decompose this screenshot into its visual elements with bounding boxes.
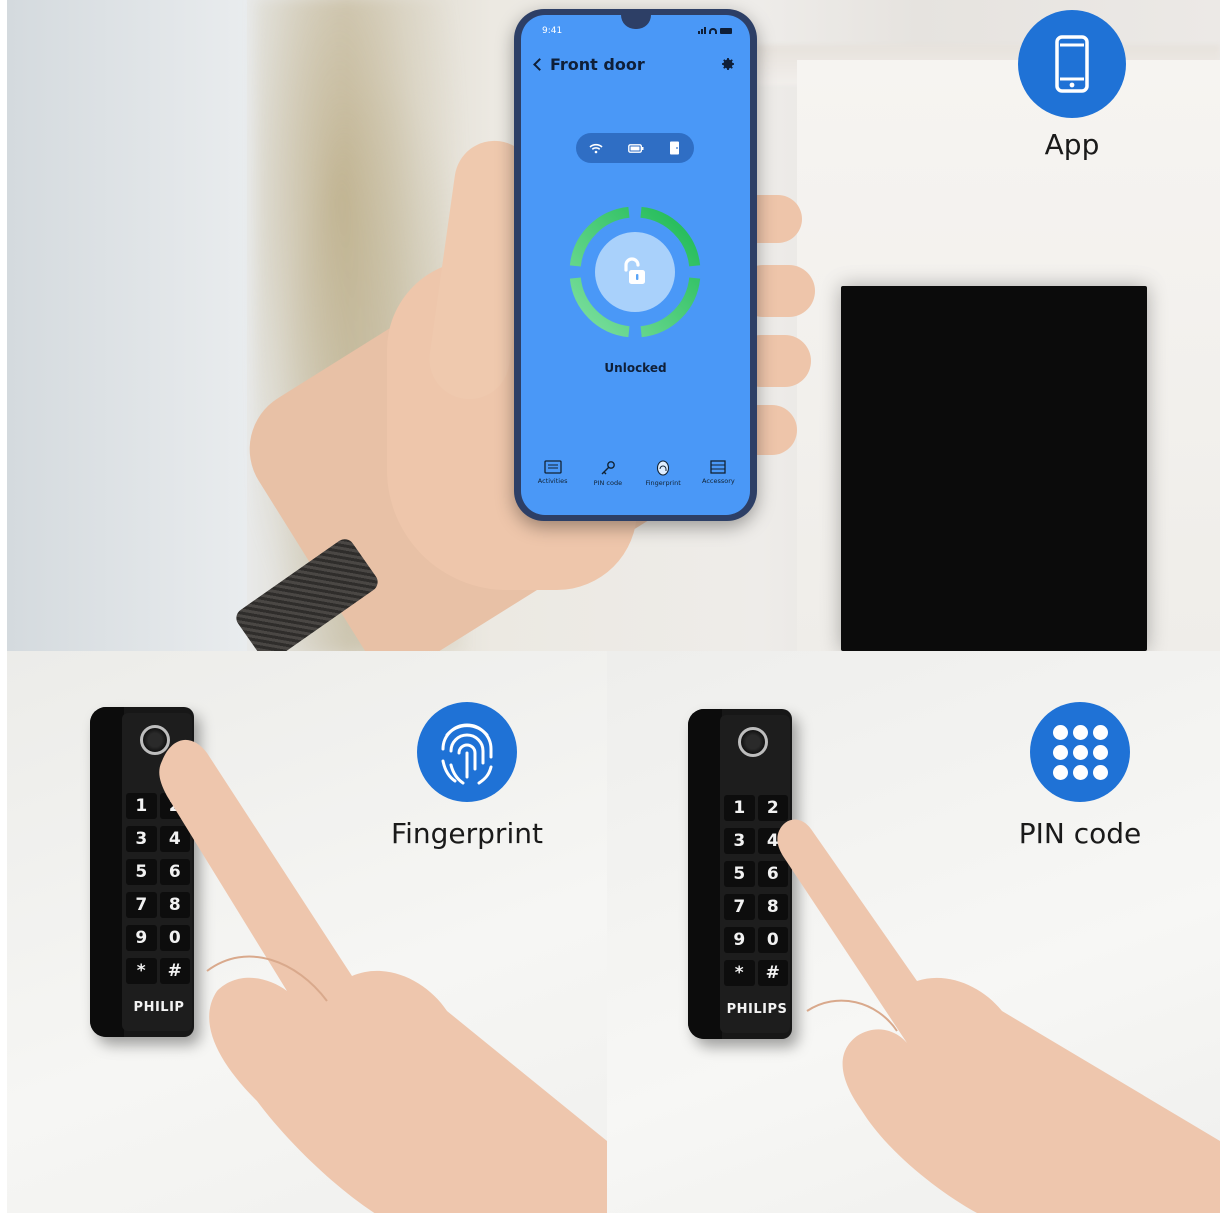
gear-icon[interactable] [720,56,736,72]
wifi-icon [589,143,603,153]
fingerprint-icon [441,723,493,785]
keypad-key[interactable]: * [724,960,755,986]
pin-code-caption: PIN code [1018,817,1142,850]
phone-screen: 9:41 Front door Unlocked Activities PIN … [521,15,750,515]
pin-code-photo-panel: 1 2 3 4 5 6 7 8 9 0 * # PHILIPS PIN code [607,651,1220,1213]
device-status-pill [576,133,694,163]
tab-label: Accessory [702,477,735,485]
tab-label: Activities [537,477,568,485]
keypad-key[interactable]: 1 [724,795,755,821]
list-icon [710,460,727,474]
wifi-icon [709,27,717,34]
status-icons [698,27,732,34]
back-button[interactable]: Front door [531,55,645,74]
fingerprint-caption: Fingerprint [391,817,543,850]
tab-label: Fingerprint [645,479,681,487]
fingerprint-sensor[interactable] [738,727,768,757]
camera-notch [621,15,651,29]
keypad-dots-icon [1052,724,1108,780]
fingerprint-badge [417,702,517,802]
smartphone: 9:41 Front door Unlocked Activities PIN … [514,9,757,521]
open-padlock-icon [624,257,645,284]
status-time: 9:41 [542,26,563,36]
pointing-hand [159,739,607,1213]
product-image: 9:41 Front door Unlocked Activities PIN … [0,0,1220,1213]
background-doorway [841,286,1147,651]
battery-icon [720,27,732,34]
tab-label: PIN code [593,479,623,487]
bottom-tab-bar: Activities PIN code Fingerprint Accessor… [525,460,746,487]
chevron-left-icon [533,58,546,71]
page-title: Front door [550,55,645,74]
keypad-key[interactable]: 9 [724,927,755,953]
app-badge [1018,10,1126,118]
app-caption: App [1044,128,1100,161]
background-wall [7,0,247,651]
door-icon [670,141,680,155]
battery-icon [628,143,644,153]
app-photo-panel: 9:41 Front door Unlocked Activities PIN … [7,0,1220,651]
pin-code-badge [1030,702,1130,802]
signal-icon [698,27,706,34]
keypad-side [688,709,722,1039]
smartphone-icon [1055,35,1089,93]
fingerprint-icon [657,460,670,476]
pointing-hand [777,819,1220,1213]
lock-status-text: Unlocked [604,361,667,375]
keypad-key[interactable]: 7 [724,894,755,920]
tab-fingerprint[interactable]: Fingerprint [637,460,689,487]
key-icon [601,461,615,475]
tab-accessory[interactable]: Accessory [692,460,744,487]
keypad-key[interactable]: 5 [724,861,755,887]
fingerprint-photo-panel: 1234567890*# PHILIP Finge [7,651,607,1213]
lock-status-ring [563,200,707,344]
tab-activities[interactable]: Activities [527,460,579,487]
keypad-key[interactable]: 3 [724,828,755,854]
keypad-side [90,707,124,1037]
folder-icon [543,460,562,474]
tab-pin-code[interactable]: PIN code [582,460,634,487]
unlock-button[interactable] [595,232,675,312]
